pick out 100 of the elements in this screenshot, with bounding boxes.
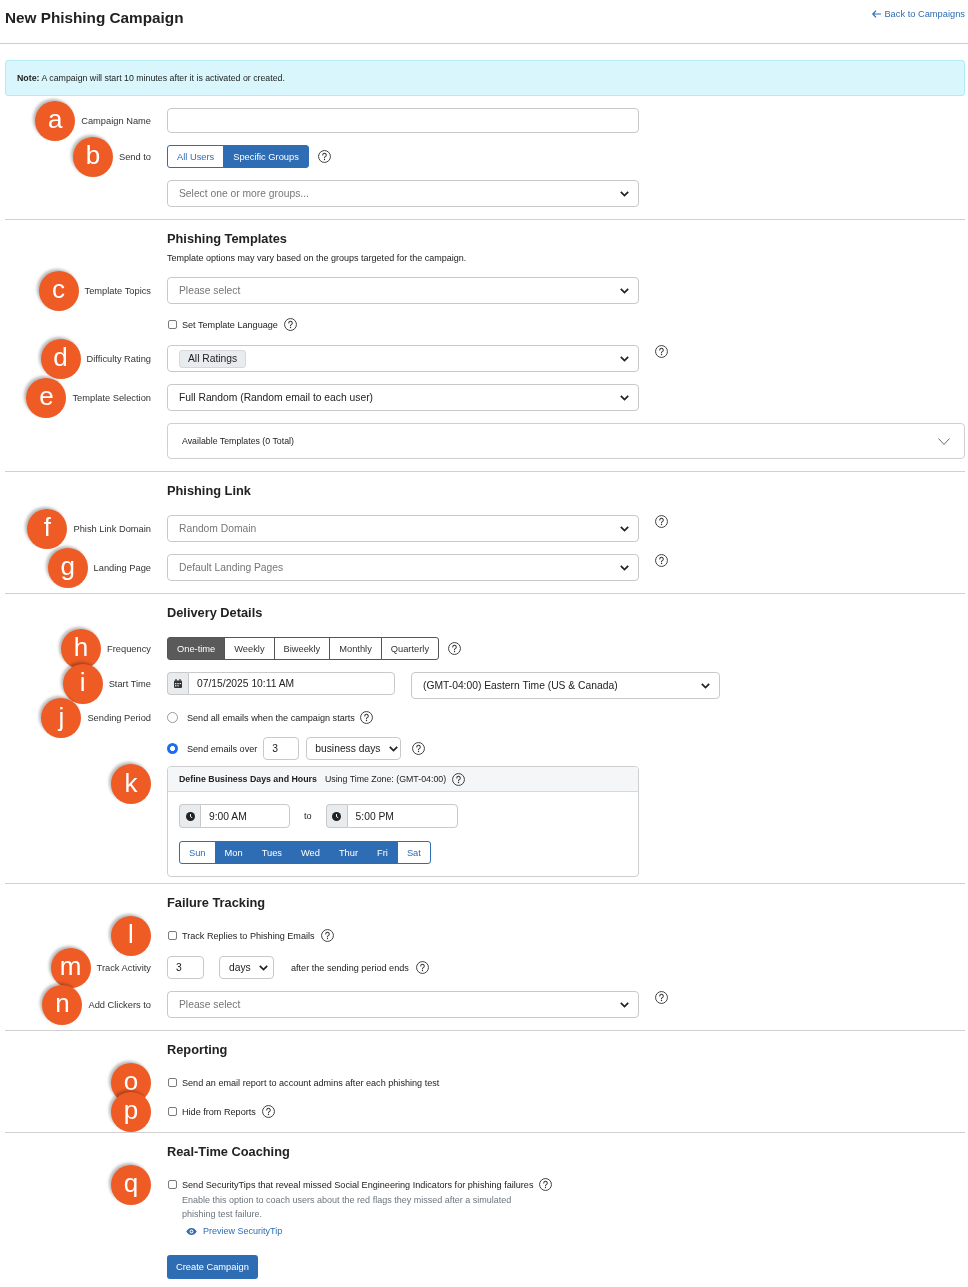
help-icon[interactable] — [359, 711, 373, 724]
segment-button[interactable]: Quarterly — [380, 637, 440, 660]
chevron-down-icon — [620, 1001, 629, 1008]
field-label: Landing Page — [93, 562, 151, 573]
dropdown[interactable]: Default Landing Pages — [167, 554, 639, 581]
unit-dropdown[interactable]: business days — [306, 737, 402, 760]
help-icon[interactable] — [655, 554, 668, 567]
help-icon[interactable] — [655, 345, 668, 358]
radio-button[interactable] — [167, 712, 178, 723]
checkbox[interactable] — [168, 320, 177, 329]
section-heading: Delivery Details — [167, 605, 264, 620]
number-field[interactable]: 3 — [167, 956, 204, 979]
segment-button[interactable]: Weekly — [224, 637, 275, 660]
section-description: Template options may vary based on the groups targeted for the campaign. — [167, 252, 468, 264]
dropdown[interactable]: Full Random (Random email to each user) — [167, 384, 639, 411]
checkbox[interactable] — [168, 1107, 177, 1116]
day-toggle[interactable]: Wed — [290, 841, 330, 864]
chevron-down-icon — [938, 437, 950, 445]
help-icon[interactable] — [261, 1105, 275, 1118]
help-icon[interactable] — [655, 991, 668, 1004]
number-field[interactable]: 3 — [263, 737, 300, 760]
text-input[interactable] — [167, 108, 639, 133]
help-icon[interactable] — [412, 742, 426, 755]
checkbox-label: Hide from Reports — [182, 1106, 256, 1117]
accordion-header[interactable]: Available Templates (0 Total) — [167, 423, 965, 459]
day-toggle[interactable]: Thur — [328, 841, 369, 864]
section-heading: Phishing Link — [167, 483, 252, 498]
checkbox-label: Send an email report to account admins after each phishing test — [182, 1077, 440, 1088]
toggle-button[interactable]: Specific Groups — [223, 145, 309, 168]
field-label: Add Clickers to — [88, 999, 151, 1010]
chevron-down-icon — [620, 355, 629, 362]
checkbox-label: Send SecurityTips that reveal missed Social Engineering Indicators for phishing failures — [182, 1179, 534, 1190]
timezone-dropdown[interactable]: (GMT-04:00) Eastern Time (US & Canada) — [411, 672, 720, 699]
arrow-left-icon — [872, 10, 882, 18]
annotation-marker: d — [40, 338, 81, 379]
field-label: Send to — [118, 151, 151, 162]
timezone-note: Using Time Zone: (GMT-04:00) — [324, 774, 447, 784]
chevron-down-icon — [388, 745, 398, 752]
range-separator: to — [304, 811, 312, 821]
dropdown[interactable]: All Ratings — [167, 345, 639, 372]
dropdown[interactable]: Select one or more groups... — [167, 180, 639, 207]
chevron-down-icon — [620, 287, 629, 294]
field-label: Template Topics — [84, 285, 151, 296]
field-label: Sending Period — [87, 713, 151, 723]
annotation-marker: p — [111, 1091, 151, 1132]
segment-button[interactable]: One-time — [167, 637, 226, 660]
annotation-marker: c — [38, 270, 79, 311]
help-icon[interactable] — [448, 642, 462, 655]
time-field[interactable]: 9:00 AM — [200, 804, 290, 828]
radio-button[interactable] — [167, 743, 178, 754]
chevron-down-icon — [620, 394, 629, 401]
annotation-marker: l — [111, 915, 151, 956]
date-field[interactable]: 07/15/2025 10:11 AM — [188, 672, 395, 695]
help-icon[interactable] — [655, 515, 668, 528]
help-text: Enable this option to coach users about the red flags they missed after a simulated phishing test failure. — [182, 1194, 513, 1221]
unit-dropdown[interactable]: days — [219, 956, 274, 979]
time-field[interactable]: 5:00 PM — [346, 804, 458, 828]
annotation-marker: g — [47, 547, 88, 588]
eye-icon — [186, 1227, 197, 1235]
annotation-marker: h — [61, 628, 102, 669]
rating-tag: All Ratings — [179, 349, 247, 368]
field-label: Campaign Name — [81, 115, 151, 126]
field-label: Start Time — [108, 678, 151, 689]
help-icon[interactable] — [415, 961, 429, 974]
create-campaign-button[interactable]: Create Campaign — [167, 1255, 258, 1279]
section-heading: Failure Tracking — [167, 895, 267, 910]
back-link[interactable]: Back to Campaigns — [872, 8, 965, 20]
chevron-down-icon — [701, 682, 710, 689]
checkbox[interactable] — [168, 1180, 177, 1189]
checkbox[interactable] — [168, 931, 177, 940]
field-label: Frequency — [107, 643, 151, 654]
help-icon[interactable] — [317, 150, 331, 163]
help-icon[interactable] — [320, 929, 334, 942]
day-toggle[interactable]: Sat — [396, 841, 431, 864]
annotation-marker: n — [42, 984, 83, 1025]
toggle-button[interactable]: All Users — [167, 145, 225, 168]
dropdown[interactable]: Random Domain — [167, 515, 639, 542]
help-icon[interactable] — [539, 1178, 553, 1191]
day-toggle[interactable]: Tues — [251, 841, 292, 864]
help-icon[interactable] — [283, 318, 297, 331]
dropdown[interactable]: Please select — [167, 277, 639, 304]
annotation-marker: q — [111, 1164, 151, 1205]
clock-icon — [332, 811, 342, 821]
chevron-down-icon — [620, 564, 629, 571]
segment-button[interactable]: Biweekly — [273, 637, 331, 660]
field-label: Difficulty Rating — [86, 353, 151, 364]
day-toggle[interactable]: Sun — [179, 841, 216, 864]
field-label: Track Activity — [96, 962, 151, 973]
checkbox[interactable] — [168, 1078, 177, 1087]
annotation-marker: m — [50, 947, 91, 988]
preview-link[interactable]: Preview SecurityTip — [186, 1224, 283, 1238]
field-label: Template Selection — [72, 392, 151, 403]
day-toggle[interactable]: Fri — [367, 841, 398, 864]
annotation-marker: e — [26, 377, 67, 418]
segment-button[interactable]: Monthly — [329, 637, 382, 660]
annotation-marker: b — [72, 136, 113, 177]
help-icon[interactable] — [452, 772, 466, 786]
annotation-marker: j — [41, 698, 82, 738]
dropdown[interactable]: Please select — [167, 991, 639, 1018]
day-toggle[interactable]: Mon — [214, 841, 253, 864]
